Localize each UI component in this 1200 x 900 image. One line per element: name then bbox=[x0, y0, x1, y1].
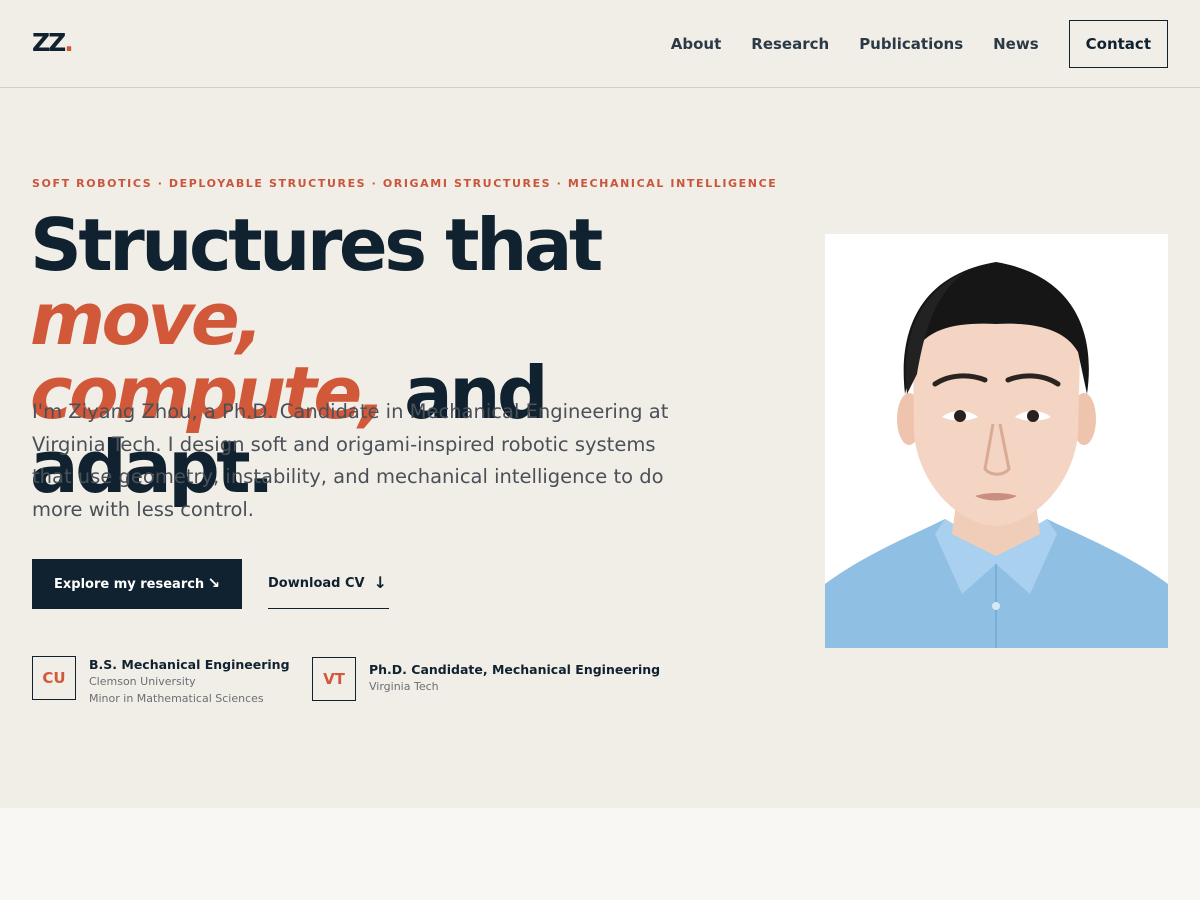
site-header: ZZ. About Research Publications News Con… bbox=[0, 0, 1200, 88]
clemson-badge: CU bbox=[32, 656, 76, 700]
nav-about[interactable]: About bbox=[671, 35, 722, 53]
download-cv-label: Download CV bbox=[268, 576, 365, 591]
education-degree: B.S. Mechanical Engineering bbox=[89, 657, 290, 672]
education-note: Minor in Mathematical Sciences bbox=[89, 692, 264, 705]
contact-button[interactable]: Contact bbox=[1068, 20, 1168, 68]
site-logo[interactable]: ZZ. bbox=[32, 28, 74, 57]
virginia-tech-badge: VT bbox=[312, 657, 356, 701]
explore-research-button[interactable]: Explore my research ↘ bbox=[32, 559, 242, 609]
logo-dot: . bbox=[64, 28, 73, 57]
headline-part1: Structures that bbox=[30, 203, 603, 287]
education-item-virginia-tech: VT Ph.D. Candidate, Mechanical Engineeri… bbox=[312, 657, 660, 701]
education-info: B.S. Mechanical Engineering Clemson Univ… bbox=[89, 656, 290, 707]
education-item-clemson: CU B.S. Mechanical Engineering Clemson U… bbox=[32, 656, 290, 707]
arrow-down-right-icon: ↘ bbox=[207, 574, 220, 592]
education-school: Clemson University bbox=[89, 675, 196, 688]
download-cv-button[interactable]: Download CV ↓ bbox=[268, 559, 389, 609]
nav-research[interactable]: Research bbox=[751, 35, 829, 53]
logo-text: ZZ bbox=[32, 28, 66, 57]
headline-accent-move: move, bbox=[30, 277, 264, 361]
nav-publications[interactable]: Publications bbox=[859, 35, 963, 53]
education-info: Ph.D. Candidate, Mechanical Engineering … bbox=[369, 657, 660, 701]
hero-intro: I'm Ziyang Zhou, a Ph.D. Candidate in Me… bbox=[32, 400, 669, 521]
portrait-photo bbox=[825, 234, 1168, 648]
education-school: Virginia Tech bbox=[369, 680, 439, 693]
lower-section bbox=[0, 808, 1200, 900]
arrow-down-icon: ↓ bbox=[373, 573, 387, 592]
main-nav: About Research Publications News Contact bbox=[641, 0, 1168, 88]
education-degree: Ph.D. Candidate, Mechanical Engineering bbox=[369, 662, 661, 677]
research-areas-eyebrow: SOFT ROBOTICS · DEPLOYABLE STRUCTURES · … bbox=[32, 177, 778, 190]
nav-news[interactable]: News bbox=[993, 35, 1039, 53]
portrait-illustration bbox=[825, 234, 1168, 648]
explore-research-label: Explore my research bbox=[54, 576, 205, 592]
